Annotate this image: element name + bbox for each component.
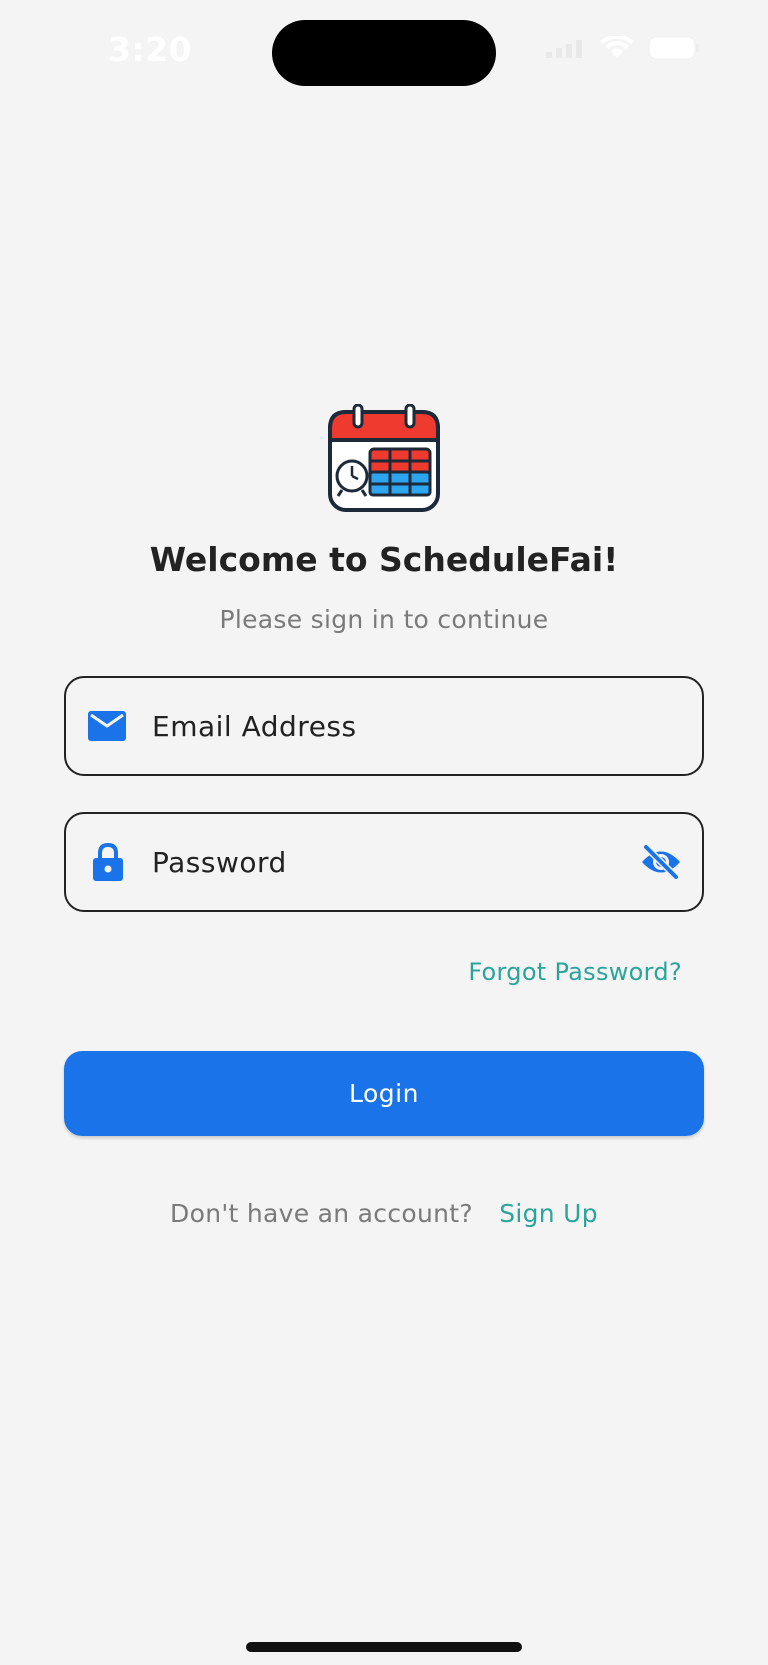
email-field[interactable] [64, 676, 704, 776]
status-indicators [546, 36, 700, 60]
lock-icon [93, 843, 123, 881]
envelope-icon [88, 711, 126, 741]
password-field[interactable] [64, 812, 704, 912]
signal-icon [546, 40, 582, 58]
forgot-password-link[interactable]: Forgot Password? [468, 958, 682, 986]
welcome-subtitle: Please sign in to continue [219, 605, 549, 634]
eye-off-icon[interactable] [640, 845, 682, 879]
password-input[interactable] [152, 814, 622, 910]
signup-link[interactable]: Sign Up [499, 1199, 598, 1228]
login-button[interactable]: Login [64, 1051, 704, 1136]
welcome-title: Welcome to ScheduleFai! [149, 540, 619, 579]
calendar-clock-icon [328, 404, 440, 512]
home-indicator[interactable] [246, 1642, 522, 1652]
dynamic-island [272, 20, 496, 86]
wifi-icon [600, 36, 634, 58]
login-screen: 3:20 Welcome to ScheduleFai! Please sign… [0, 0, 768, 1665]
signup-question: Don't have an account? [170, 1199, 473, 1228]
status-time: 3:20 [108, 30, 193, 69]
battery-icon [648, 36, 699, 60]
signup-prompt: Don't have an account? Sign Up [0, 1199, 768, 1228]
email-input[interactable] [152, 678, 622, 774]
